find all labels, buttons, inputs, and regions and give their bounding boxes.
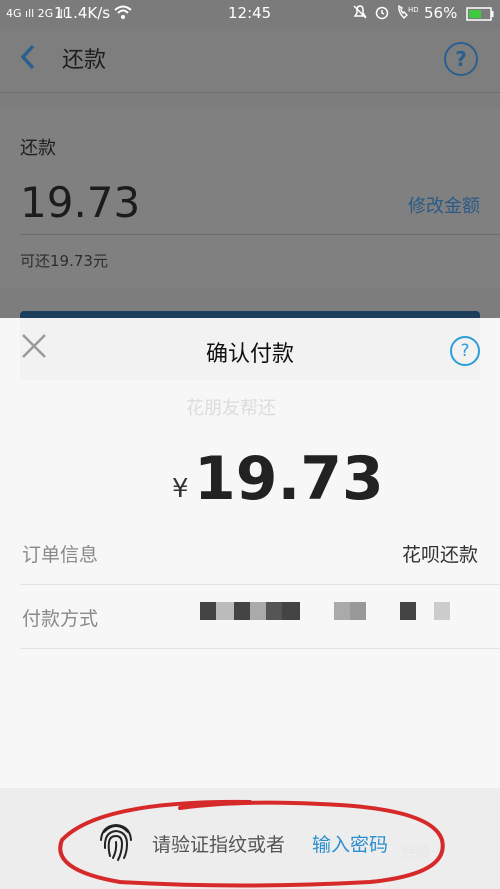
app-header: 还款 ?	[0, 28, 500, 93]
clock: 12:45	[228, 4, 272, 22]
svg-text:HD: HD	[408, 6, 418, 14]
row-divider	[20, 648, 500, 649]
help-icon[interactable]: ?	[444, 42, 478, 76]
status-bar: 4G ıll 2G ıll 11.4K/s 12:45 HD 56%	[0, 0, 500, 28]
hd-call-icon: HD	[396, 4, 419, 24]
wifi-icon	[114, 4, 132, 24]
payment-method-censored[interactable]	[0, 318, 500, 638]
annotation-ellipse	[58, 799, 445, 888]
back-button[interactable]	[18, 42, 38, 80]
alarm-icon	[374, 4, 390, 24]
battery-percent: 56%	[424, 4, 458, 22]
page-title: 还款	[62, 48, 107, 73]
divider	[20, 234, 500, 235]
battery-icon	[466, 6, 494, 26]
network-speed: 11.4K/s	[54, 4, 111, 22]
mute-icon	[352, 4, 368, 24]
edit-amount-link[interactable]: 修改金额	[408, 192, 480, 218]
repay-label: 还款	[20, 138, 56, 159]
repay-amount: 19.73	[20, 178, 141, 227]
available-amount: 可还19.73元	[20, 252, 108, 270]
repay-card: 还款 19.73 修改金额 可还19.73元	[0, 108, 500, 288]
